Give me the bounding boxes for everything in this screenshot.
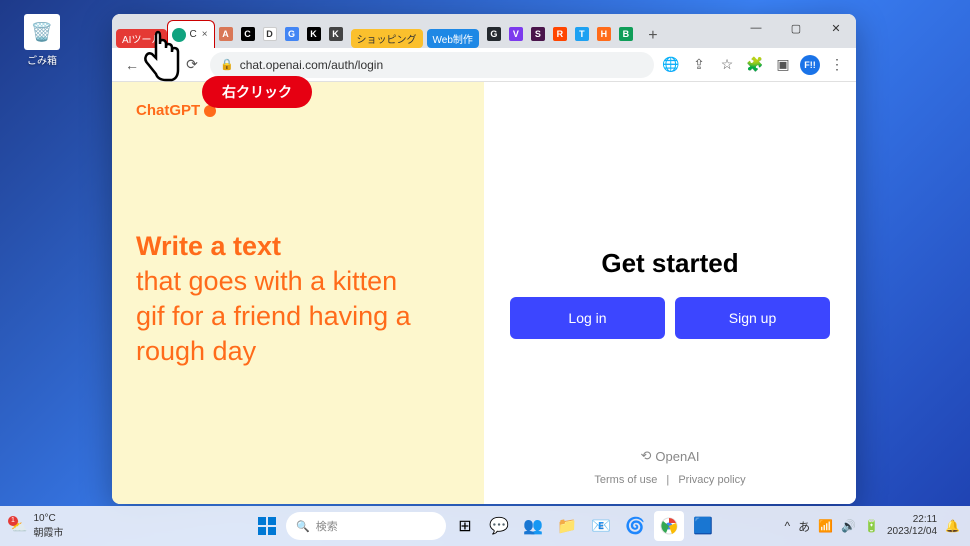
taskbar-weather[interactable]: ⛅1 10°C 朝霞市 [10,513,63,539]
chevron-up-icon[interactable]: ^ [784,519,790,533]
hero-panel: ChatGPT Write a text that goes with a ki… [112,82,484,504]
menu-icon[interactable]: ⋮ [826,54,848,76]
taskbar: ⛅1 10°C 朝霞市 🔍 検索 ⊞ 💬 👥 📁 📧 🌀 🟦 ^ あ 📶 🔊 🔋 [0,506,970,546]
ime-indicator[interactable]: あ [798,518,810,535]
tab-item[interactable]: H [593,20,615,48]
tabgroup-web[interactable]: Web制作 [427,29,479,48]
explorer-icon[interactable]: 📁 [552,511,582,541]
url-text: chat.openai.com/auth/login [240,58,383,72]
minimize-button[interactable]: — [736,14,776,42]
tab-item[interactable]: G [281,20,303,48]
hero-text: Write a text that goes with a kitten gif… [136,229,460,369]
privacy-link[interactable]: Privacy policy [678,474,745,486]
edge-icon[interactable]: 🌀 [620,511,650,541]
window-controls: — ▢ ✕ [736,14,856,42]
taskbar-center: 🔍 検索 ⊞ 💬 👥 📁 📧 🌀 🟦 [252,511,718,541]
footer-links: Terms of use | Privacy policy [594,474,745,486]
terms-link[interactable]: Terms of use [594,474,657,486]
tab-item[interactable]: C [237,20,259,48]
footer: ⟲ OpenAI Terms of use | Privacy policy [594,448,745,486]
tab-item[interactable]: D [259,20,281,48]
favicon-icon: A [219,27,233,41]
favicon-icon: B [619,27,633,41]
hand-cursor-icon [128,28,188,98]
auth-panel: Get started Log in Sign up ⟲ OpenAI Term… [484,82,856,504]
system-tray: ^ あ 📶 🔊 🔋 22:11 2023/12/04 🔔 [784,514,960,538]
tab-item[interactable]: K [325,20,347,48]
tabgroup-shopping[interactable]: ショッピング [351,29,423,48]
favicon-icon: G [487,27,501,41]
openai-icon: ⟲ [640,448,651,464]
battery-icon[interactable]: 🔋 [864,519,879,533]
chrome-icon[interactable] [654,511,684,541]
favicon-icon: C [241,27,255,41]
favicon-icon: V [509,27,523,41]
tab-item[interactable]: B [615,20,637,48]
tab-item[interactable]: K [303,20,325,48]
tab-item[interactable]: V [505,20,527,48]
tab-item[interactable]: R [549,20,571,48]
tab-item[interactable]: S [527,20,549,48]
favicon-icon: S [531,27,545,41]
bookmark-star-icon[interactable]: ☆ [716,54,738,76]
login-button[interactable]: Log in [510,297,665,339]
notifications-icon[interactable]: 🔔 [945,519,960,533]
signup-button[interactable]: Sign up [675,297,830,339]
recycle-bin-icon: 🗑️ [24,14,60,50]
url-field[interactable]: 🔒 chat.openai.com/auth/login [210,52,654,78]
openai-logo: ⟲ OpenAI [594,448,745,464]
task-view-icon[interactable]: ⊞ [450,511,480,541]
extensions-icon[interactable]: 🧩 [744,54,766,76]
favicon-icon: H [597,27,611,41]
favicon-icon: K [329,27,343,41]
favicon-icon: K [307,27,321,41]
lock-icon: 🔒 [220,58,234,71]
pinned-app-icon[interactable]: 🟦 [688,511,718,541]
pinned-app-icon[interactable]: 📧 [586,511,616,541]
auth-buttons: Log in Sign up [510,297,830,339]
pinned-app-icon[interactable]: 💬 [484,511,514,541]
tab-item[interactable]: T [571,20,593,48]
recycle-bin-label: ごみ箱 [27,52,57,67]
maximize-button[interactable]: ▢ [776,14,816,42]
taskbar-search[interactable]: 🔍 検索 [286,512,446,540]
favicon-icon: R [553,27,567,41]
favicon-icon: D [263,27,277,41]
side-panel-icon[interactable]: ▣ [772,54,794,76]
weather-icon: ⛅1 [10,518,27,535]
search-icon: 🔍 [296,520,310,533]
wifi-icon[interactable]: 📶 [818,519,833,533]
favicon-icon: G [285,27,299,41]
profile-badge[interactable]: F!! [800,55,820,75]
start-button[interactable] [252,511,282,541]
translate-icon[interactable]: 🌐 [660,54,682,76]
favicon-icon: T [575,27,589,41]
tab-item[interactable]: A [215,20,237,48]
recycle-bin[interactable]: 🗑️ ごみ箱 [20,14,64,67]
annotation-right-click: 右クリック [202,76,312,108]
page-content: ChatGPT Write a text that goes with a ki… [112,82,856,504]
tab-item[interactable]: G [483,20,505,48]
close-window-button[interactable]: ✕ [816,14,856,42]
volume-icon[interactable]: 🔊 [841,519,856,533]
get-started-title: Get started [601,248,738,279]
share-icon[interactable]: ⇪ [688,54,710,76]
new-tab-button[interactable]: + [641,24,665,48]
tab-close-icon[interactable]: × [200,29,210,40]
pinned-app-icon[interactable]: 👥 [518,511,548,541]
taskbar-clock[interactable]: 22:11 2023/12/04 [887,514,937,538]
